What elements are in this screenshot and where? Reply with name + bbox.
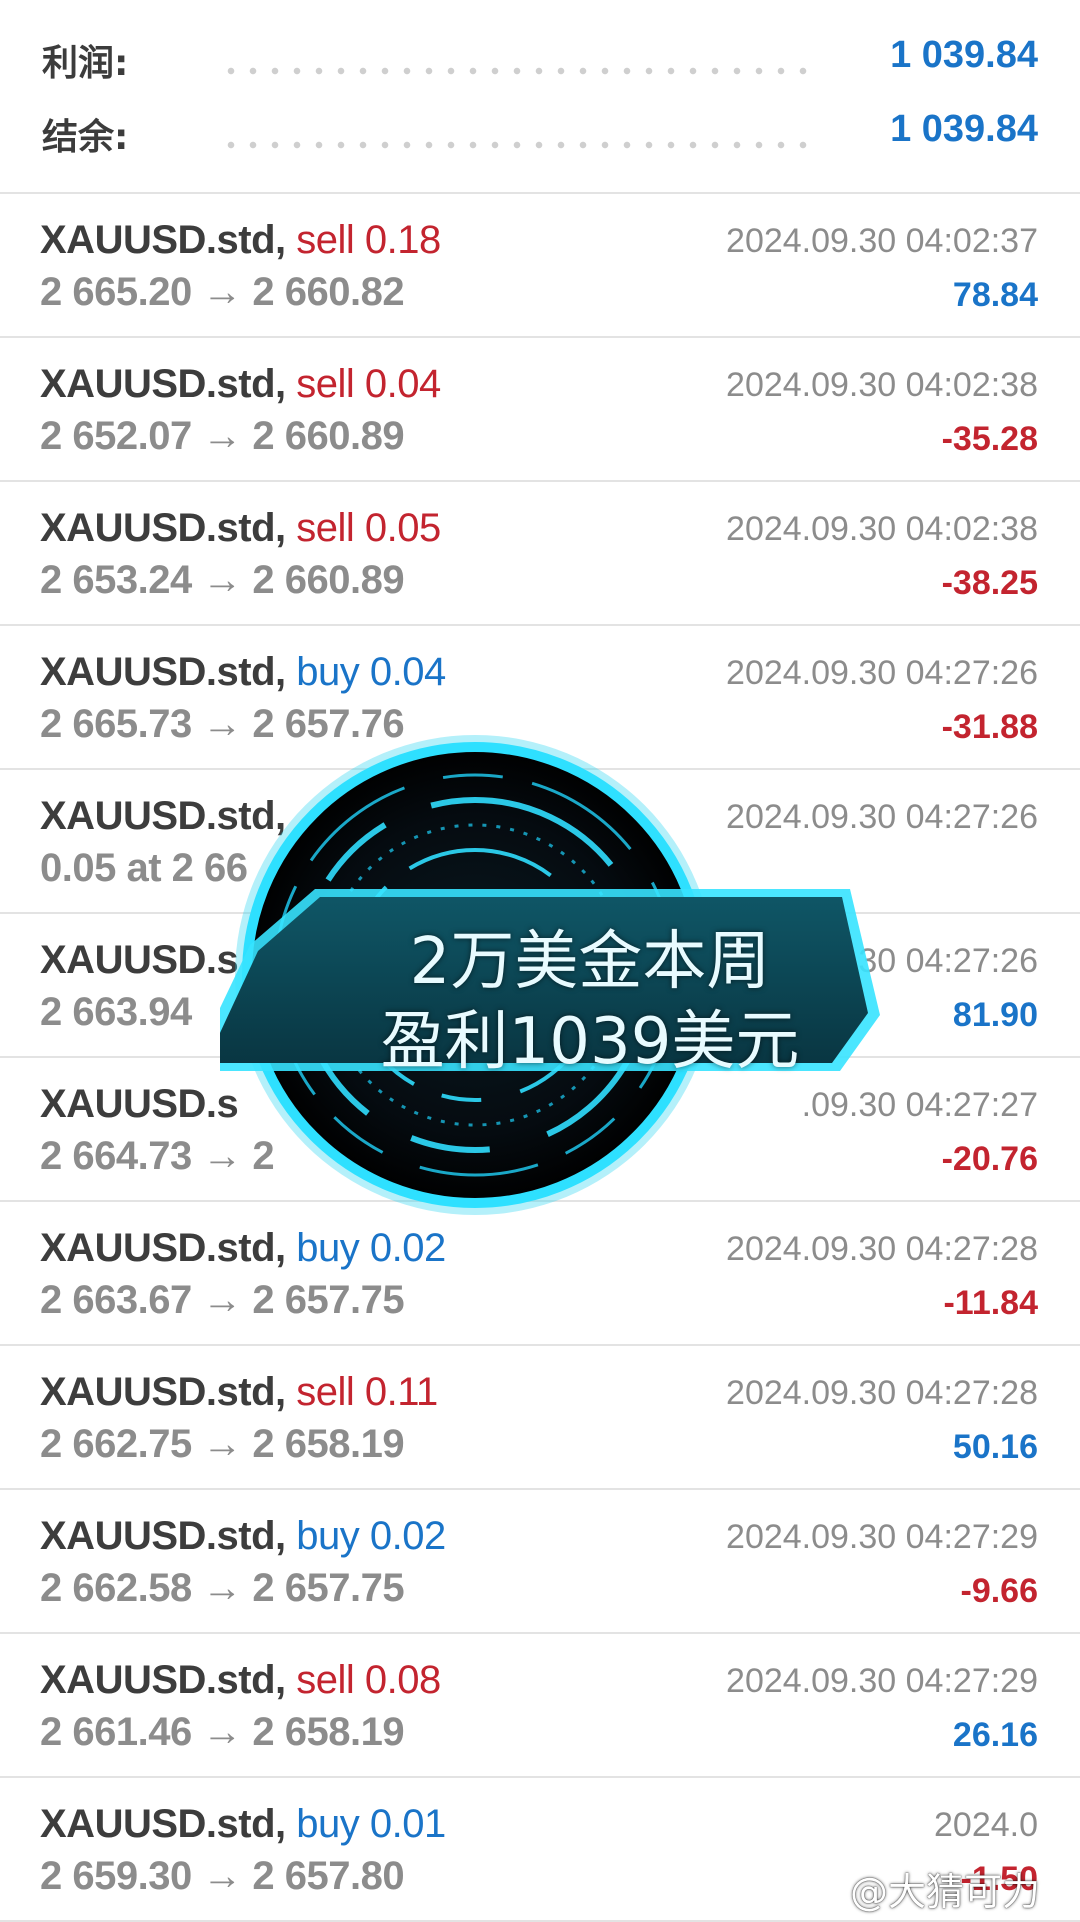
deal-prices: 2 663.94 bbox=[40, 990, 192, 1034]
watermark-text: @大猜可力 bbox=[849, 1870, 1040, 1914]
deal-time: 2024.0 bbox=[934, 1806, 1038, 1844]
deal-symbol: XAUUSD.std, sell 0.04 bbox=[40, 362, 441, 407]
volume-text: 0.04 bbox=[364, 362, 441, 406]
symbol-text: XAUUSD.s bbox=[40, 1082, 239, 1126]
deal-symbol: XAUUSD.std, sell 0.18 bbox=[40, 218, 441, 263]
deal-type: buy 0.02 bbox=[296, 1514, 446, 1558]
deal-row[interactable]: XAUUSD.std, sell 0.05 2 653.24 → 2 660.89… bbox=[0, 482, 1080, 626]
deal-profit: 26.16 bbox=[952, 1716, 1038, 1754]
deal-prices: 2 662.58 → 2 657.75 bbox=[40, 1566, 405, 1610]
profit-row: 利润: 1 039.84 bbox=[0, 20, 1080, 94]
deal-type: sell 0.18 bbox=[296, 218, 441, 262]
balance-value: 1 039.84 bbox=[890, 108, 1038, 150]
symbol-text: XAUUSD.std, bbox=[40, 1370, 286, 1414]
volume-text: 0.11 bbox=[364, 1370, 438, 1414]
deal-prices: 0.05 at 2 66 bbox=[40, 846, 248, 890]
deal-profit: 81.90 bbox=[952, 996, 1038, 1034]
symbol-text: XAUUSD.std, bbox=[40, 1658, 286, 1702]
balance-label: 结余: bbox=[42, 117, 129, 158]
symbol-text: XAUUSD.std, bbox=[40, 1514, 286, 1558]
volume-text: 0.18 bbox=[364, 218, 441, 262]
deal-symbol: XAUUSD.s bbox=[40, 938, 239, 983]
deal-type: buy 0.01 bbox=[296, 1802, 446, 1846]
deal-time: 2024.09.30 04:02:38 bbox=[726, 510, 1038, 548]
deal-symbol: XAUUSD.std, buy 0.01 bbox=[40, 1802, 446, 1847]
deal-profit: -38.25 bbox=[941, 564, 1038, 602]
type-text: sell bbox=[296, 362, 355, 406]
deal-profit: 78.84 bbox=[952, 276, 1038, 314]
symbol-text: XAUUSD.std, bbox=[40, 506, 286, 550]
deal-row[interactable]: XAUUSD.std, sell 0.08 2 661.46 → 2 658.19… bbox=[0, 1634, 1080, 1778]
type-text: sell bbox=[296, 1658, 355, 1702]
deal-symbol: XAUUSD.std, sell 0.05 bbox=[40, 506, 441, 551]
symbol-text: XAUUSD.s bbox=[40, 938, 239, 982]
leader-dots bbox=[220, 140, 818, 150]
type-text: buy bbox=[296, 650, 360, 694]
deal-prices: 2 653.24 → 2 660.89 bbox=[40, 558, 405, 602]
deal-time: 2024.09.30 04:27:29 bbox=[726, 1662, 1038, 1700]
deal-profit: -35.28 bbox=[941, 420, 1038, 458]
deal-time: 2024.09.30 04:02:38 bbox=[726, 366, 1038, 404]
summary-panel: 利润: 1 039.84 结余: 1 039.84 bbox=[0, 0, 1080, 194]
deal-row[interactable]: XAUUSD.std, buy 0.02 2 662.58 → 2 657.75 2… bbox=[0, 1490, 1080, 1634]
deal-type: sell 0.08 bbox=[296, 1658, 441, 1702]
deal-type: sell 0.04 bbox=[296, 362, 441, 406]
type-text: sell bbox=[296, 218, 355, 262]
deal-row[interactable]: XAUUSD.std, sell 0.11 2 662.75 → 2 658.19… bbox=[0, 1346, 1080, 1490]
symbol-text: XAUUSD.std, bbox=[40, 218, 286, 262]
deal-time: 2024.09.30 04:27:28 bbox=[726, 1374, 1038, 1412]
type-text: sell bbox=[296, 1370, 355, 1414]
symbol-text: XAUUSD.std, bbox=[40, 650, 286, 694]
deal-symbol: XAUUSD.std, sell 0.11 bbox=[40, 1370, 438, 1415]
overlay-line-1: 2万美金本周 bbox=[409, 925, 771, 999]
deal-type: buy 0.04 bbox=[296, 650, 446, 694]
deal-type: sell 0.11 bbox=[296, 1370, 438, 1414]
volume-text: 0.08 bbox=[364, 1658, 441, 1702]
volume-text: 0.04 bbox=[369, 650, 446, 694]
deal-type: sell 0.05 bbox=[296, 506, 441, 550]
deal-prices: 2 659.30 → 2 657.80 bbox=[40, 1854, 405, 1898]
volume-text: 0.02 bbox=[369, 1514, 446, 1558]
deal-prices: 2 663.67 → 2 657.75 bbox=[40, 1278, 405, 1322]
deal-symbol: XAUUSD.s bbox=[40, 1082, 239, 1127]
deal-profit: -31.88 bbox=[941, 708, 1038, 746]
balance-row: 结余: 1 039.84 bbox=[0, 94, 1080, 168]
deal-row[interactable]: XAUUSD.std, sell 0.04 2 652.07 → 2 660.89… bbox=[0, 338, 1080, 482]
deal-profit: -20.76 bbox=[941, 1140, 1038, 1178]
symbol-text: XAUUSD.std, bbox=[40, 1802, 286, 1846]
deal-profit: -11.84 bbox=[943, 1284, 1038, 1322]
type-text: buy bbox=[296, 1514, 360, 1558]
deal-row[interactable]: XAUUSD.std, sell 0.18 2 665.20 → 2 660.82… bbox=[0, 194, 1080, 338]
deal-profit: -9.66 bbox=[960, 1572, 1039, 1610]
type-text: buy bbox=[296, 1802, 360, 1846]
deal-prices: 2 665.20 → 2 660.82 bbox=[40, 270, 405, 314]
deal-symbol: XAUUSD.std, sell 0.08 bbox=[40, 1658, 441, 1703]
deal-prices: 2 662.75 → 2 658.19 bbox=[40, 1422, 405, 1466]
promo-overlay-badge: 2万美金本周 盈利1039美元 bbox=[220, 735, 880, 1245]
deal-time: 2024.09.30 04:02:37 bbox=[726, 222, 1038, 260]
overlay-line-2: 盈利1039美元 bbox=[380, 1005, 800, 1079]
deal-prices: 2 652.07 → 2 660.89 bbox=[40, 414, 405, 458]
profit-value: 1 039.84 bbox=[890, 34, 1038, 76]
type-text: sell bbox=[296, 506, 355, 550]
volume-text: 0.05 bbox=[364, 506, 441, 550]
profit-label: 利润: bbox=[42, 43, 129, 84]
deal-symbol: XAUUSD.std, buy 0.04 bbox=[40, 650, 446, 695]
volume-text: 0.01 bbox=[369, 1802, 446, 1846]
deal-prices: 2 661.46 → 2 658.19 bbox=[40, 1710, 405, 1754]
leader-dots bbox=[220, 66, 818, 76]
deal-time: 2024.09.30 04:27:26 bbox=[726, 654, 1038, 692]
deal-time: 2024.09.30 04:27:29 bbox=[726, 1518, 1038, 1556]
deal-profit: 50.16 bbox=[952, 1428, 1038, 1466]
symbol-text: XAUUSD.std, bbox=[40, 362, 286, 406]
deal-symbol: XAUUSD.std, buy 0.02 bbox=[40, 1514, 446, 1559]
